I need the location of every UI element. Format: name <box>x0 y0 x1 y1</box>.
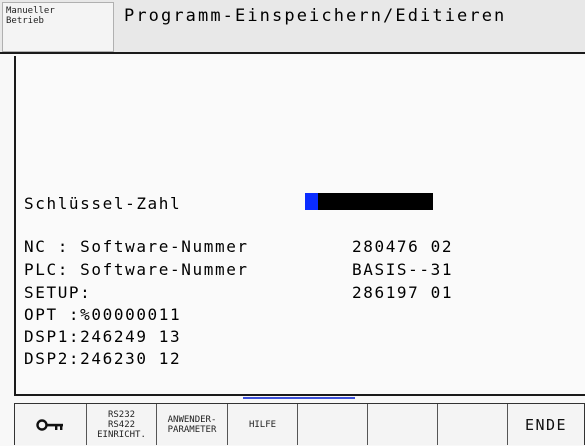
plc-software-value: BASIS--31 <box>352 260 454 279</box>
softkey-user-parameter[interactable]: ANWENDER- PARAMETER <box>156 404 227 445</box>
softkey-rs232-setup[interactable]: RS232 RS422 EINRICHT. <box>86 404 156 445</box>
operating-mode-label: Manueller Betrieb <box>6 6 55 26</box>
dsp1-line: DSP1:246249 13 <box>24 327 182 346</box>
page-title: Programm-Einspeichern/Editieren <box>124 6 507 26</box>
softkey-end[interactable]: ENDE <box>507 404 585 445</box>
softkey-end-label: ENDE <box>524 415 568 434</box>
softkey-bar: RS232 RS422 EINRICHT. ANWENDER- PARAMETE… <box>14 403 585 445</box>
setup-value: 286197 01 <box>352 283 454 302</box>
header-bar: Manueller Betrieb Programm-Einspeichern/… <box>0 0 585 54</box>
softkey-rs232-label: RS232 RS422 EINRICHT. <box>97 409 146 440</box>
softkey-empty-5[interactable] <box>297 404 367 445</box>
nc-software-value: 280476 02 <box>352 237 454 256</box>
nc-software-label: NC : Software-Nummer <box>24 237 249 256</box>
softkey-empty-6[interactable] <box>367 404 437 445</box>
dsp2-line: DSP2:246230 12 <box>24 349 182 368</box>
key-icon <box>35 418 63 431</box>
operating-mode-box: Manueller Betrieb <box>2 2 114 52</box>
password-label: Schlüssel-Zahl <box>24 194 182 213</box>
plc-software-label: PLC: Software-Nummer <box>24 260 249 279</box>
password-input[interactable] <box>305 193 433 210</box>
softkey-help[interactable]: HILFE <box>227 404 297 445</box>
softkey-page-indicator <box>243 397 355 399</box>
left-margin <box>0 56 14 396</box>
text-cursor <box>305 193 318 210</box>
opt-line: OPT :%00000011 <box>24 305 182 324</box>
setup-label: SETUP: <box>24 283 92 302</box>
softkey-user-parameter-label: ANWENDER- PARAMETER <box>167 414 217 435</box>
softkey-help-label: HILFE <box>248 419 277 430</box>
softkey-key[interactable] <box>14 404 86 445</box>
softkey-empty-7[interactable] <box>437 404 507 445</box>
